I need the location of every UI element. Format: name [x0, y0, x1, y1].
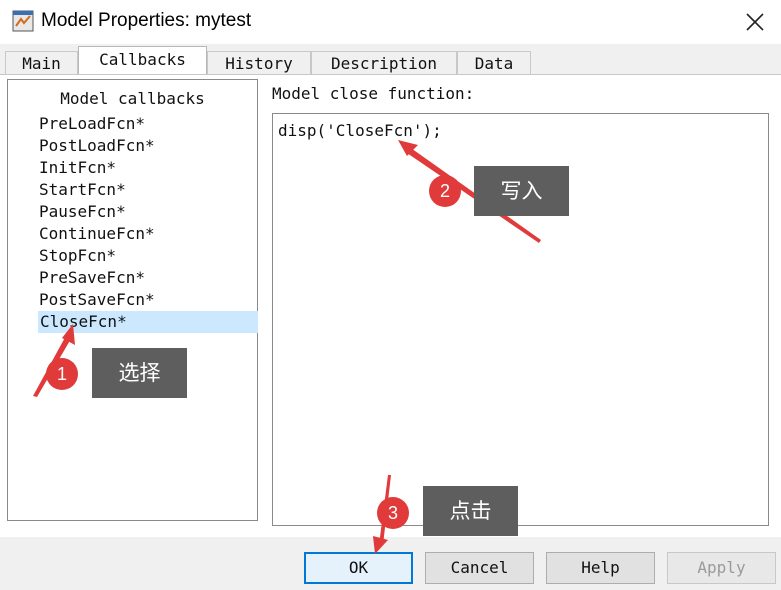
function-label: Model close function:	[272, 84, 475, 103]
callback-item-postloadfcn[interactable]: PostLoadFcn*	[39, 135, 155, 157]
window-title: Model Properties: mytest	[41, 10, 252, 31]
tab-description[interactable]: Description	[311, 51, 457, 75]
tab-bar: Main Callbacks History Description Data	[0, 44, 781, 76]
tab-callbacks[interactable]: Callbacks	[78, 46, 207, 76]
apply-button[interactable]: Apply	[667, 552, 776, 584]
tab-history[interactable]: History	[207, 51, 311, 75]
annotation-badge-2: 2	[429, 175, 461, 207]
annotation-callout-1: 选择	[92, 348, 187, 398]
callback-item-postsavefcn[interactable]: PostSaveFcn*	[39, 289, 155, 311]
cancel-button[interactable]: Cancel	[425, 552, 534, 584]
callback-item-startfcn[interactable]: StartFcn*	[39, 179, 126, 201]
annotation-callout-2: 写入	[474, 166, 569, 216]
callback-list-title: Model callbacks	[60, 89, 205, 108]
title-bar: Model Properties: mytest	[0, 0, 781, 44]
annotation-badge-1: 1	[46, 358, 78, 390]
callback-item-continuefcn[interactable]: ContinueFcn*	[39, 223, 155, 245]
annotation-callout-3: 点击	[423, 486, 518, 536]
callback-list: Model callbacks PreLoadFcn* PostLoadFcn*…	[7, 79, 258, 521]
callback-item-presavefcn[interactable]: PreSaveFcn*	[39, 267, 145, 289]
editor-content[interactable]: disp('CloseFcn');	[278, 121, 442, 140]
callback-item-initfcn[interactable]: InitFcn*	[39, 157, 116, 179]
help-button[interactable]: Help	[546, 552, 655, 584]
close-icon[interactable]	[736, 4, 774, 40]
tab-main[interactable]: Main	[5, 51, 78, 75]
callback-item-stopfcn[interactable]: StopFcn*	[39, 245, 116, 267]
tab-data[interactable]: Data	[457, 51, 531, 75]
ok-button[interactable]: OK	[304, 552, 413, 584]
annotation-badge-3: 3	[377, 497, 409, 529]
simulink-model-icon	[12, 10, 34, 32]
callback-item-preloadfcn[interactable]: PreLoadFcn*	[39, 113, 145, 135]
callback-item-pausefcn[interactable]: PauseFcn*	[39, 201, 126, 223]
callback-item-closefcn[interactable]: CloseFcn*	[38, 311, 258, 333]
